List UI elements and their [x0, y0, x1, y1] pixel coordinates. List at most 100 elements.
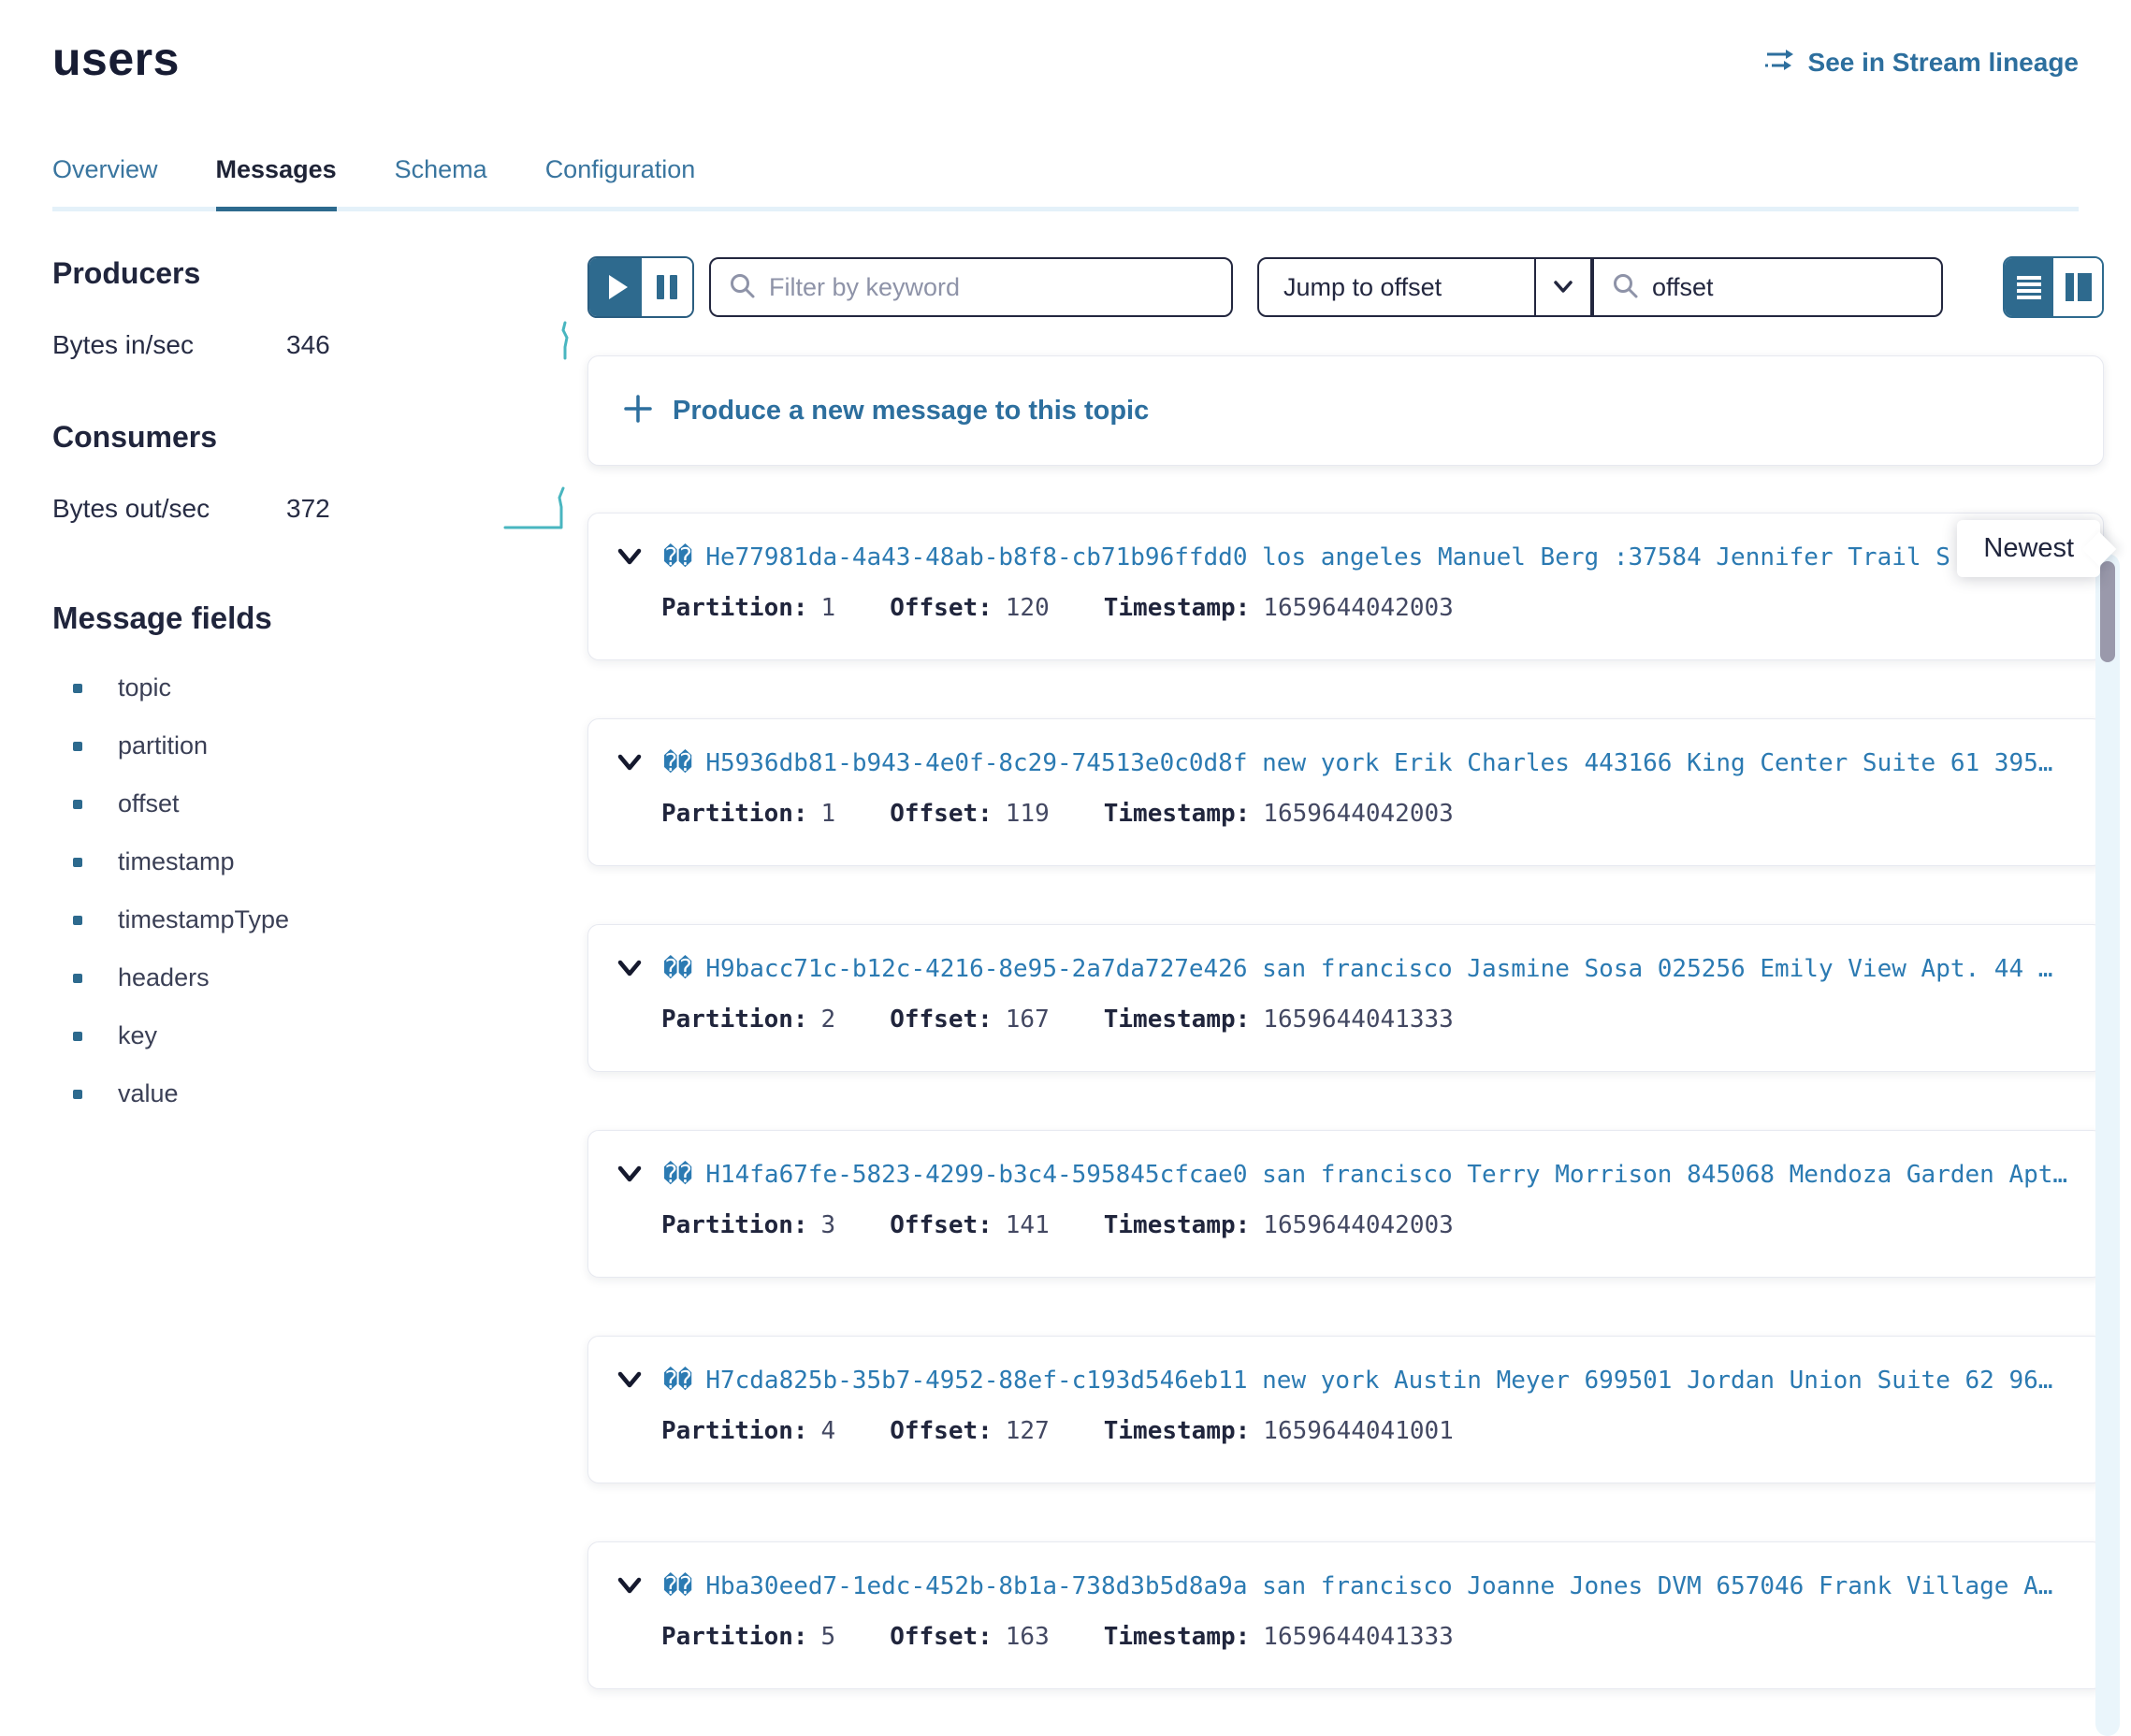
keyword-filter-input[interactable]	[769, 273, 1231, 302]
message-field-item: timestampType	[52, 905, 582, 934]
partition-label: Partition:	[661, 1623, 808, 1651]
timestamp-label: Timestamp:	[1104, 1005, 1251, 1034]
field-label: offset	[118, 789, 180, 818]
tab-schema[interactable]: Schema	[395, 155, 487, 184]
bytes-out-sparkline	[501, 479, 576, 540]
play-button[interactable]	[589, 258, 642, 316]
field-bullet-icon	[73, 684, 82, 693]
partition-label: Partition:	[661, 594, 808, 622]
list-view-icon	[2015, 274, 2043, 300]
offset-label: Offset:	[890, 800, 993, 828]
bytes-out-value: 372	[286, 494, 330, 524]
chevron-down-icon	[1534, 259, 1590, 315]
timestamp-value: 1659644042003	[1263, 1211, 1454, 1239]
page-header: users See in Stream lineage	[52, 0, 2079, 86]
message-row[interactable]: ��Hba30eed7-1edc-452b-8b1a-738d3b5d8a9a …	[587, 1541, 2104, 1689]
message-key: ��H9bacc71c-b12c-4216-8e95-2a7da727e426 …	[663, 955, 2067, 983]
bytes-out-stat: Bytes out/sec 372	[52, 479, 582, 539]
offset-label: Offset:	[890, 1005, 993, 1034]
timestamp-label: Timestamp:	[1104, 1211, 1251, 1239]
expand-chevron-icon[interactable]	[615, 1164, 645, 1186]
messages-toolbar: Jump to offset	[587, 256, 2104, 318]
message-fields-heading: Message fields	[52, 600, 582, 636]
tab-messages[interactable]: Messages	[216, 155, 337, 184]
timestamp-value: 1659644041333	[1263, 1623, 1454, 1651]
expand-chevron-icon[interactable]	[615, 1369, 645, 1392]
see-in-stream-lineage-link[interactable]: See in Stream lineage	[1763, 47, 2079, 78]
timestamp-value: 1659644041001	[1263, 1417, 1454, 1445]
expand-chevron-icon[interactable]	[615, 752, 645, 774]
producers-heading: Producers	[52, 256, 582, 291]
keyword-filter-box	[709, 257, 1233, 317]
message-field-item: offset	[52, 789, 582, 818]
field-bullet-icon	[73, 800, 82, 809]
play-icon	[609, 275, 628, 299]
message-row[interactable]: ��He77981da-4a43-48ab-b8f8-cb71b96ffdd0 …	[587, 513, 2104, 660]
card-view-button[interactable]	[2053, 258, 2102, 316]
replacement-glyphs: ��	[663, 1572, 692, 1600]
offset-search-icon	[1611, 271, 1639, 304]
card-view-icon	[2064, 273, 2092, 301]
offset-value: 127	[1006, 1417, 1050, 1445]
jump-select-value: Jump to offset	[1259, 273, 1534, 302]
tab-bar: Overview Messages Schema Configuration	[52, 155, 2079, 211]
replacement-glyphs: ��	[663, 543, 692, 571]
newest-tooltip-label: Newest	[1983, 533, 2074, 563]
partition-label: Partition:	[661, 1417, 808, 1445]
field-bullet-icon	[73, 742, 82, 751]
message-row[interactable]: ��H7cda825b-35b7-4952-88ef-c193d546eb11 …	[587, 1336, 2104, 1483]
offset-label: Offset:	[890, 594, 993, 622]
message-row[interactable]: ��H14fa67fe-5823-4299-b3c4-595845cfcae0 …	[587, 1130, 2104, 1278]
scrollbar-thumb[interactable]	[2100, 561, 2115, 662]
replacement-glyphs: ��	[663, 1367, 692, 1395]
pause-icon	[657, 275, 664, 299]
partition-value: 5	[821, 1623, 836, 1651]
page-title: users	[52, 32, 180, 86]
partition-label: Partition:	[661, 1005, 808, 1034]
message-field-item: headers	[52, 963, 582, 992]
bytes-in-stat: Bytes in/sec 346	[52, 315, 582, 375]
timestamp-value: 1659644041333	[1263, 1005, 1454, 1034]
message-meta: Partition: 4 Offset: 127 Timestamp: 1659…	[615, 1417, 2067, 1445]
bytes-out-label: Bytes out/sec	[52, 494, 286, 524]
pause-button[interactable]	[642, 258, 692, 316]
field-bullet-icon	[73, 1090, 82, 1099]
view-toggle-group	[2003, 256, 2104, 318]
offset-jump-group: Jump to offset	[1257, 257, 1943, 317]
newest-tooltip: Newest	[1957, 520, 2100, 577]
field-bullet-icon	[73, 858, 82, 867]
timestamp-value: 1659644042003	[1263, 594, 1454, 622]
message-row[interactable]: ��H5936db81-b943-4e0f-8c29-74513e0c0d8f …	[587, 718, 2104, 866]
field-label: headers	[118, 963, 210, 992]
message-key: ��H7cda825b-35b7-4952-88ef-c193d546eb11 …	[663, 1367, 2067, 1395]
consumers-heading: Consumers	[52, 420, 582, 455]
produce-message-button[interactable]: Produce a new message to this topic	[587, 355, 2104, 466]
produce-message-label: Produce a new message to this topic	[673, 396, 1149, 427]
timestamp-label: Timestamp:	[1104, 800, 1251, 828]
field-label: timestamp	[118, 847, 235, 876]
expand-chevron-icon[interactable]	[615, 1575, 645, 1598]
offset-search-input[interactable]	[1652, 273, 1941, 302]
scrollbar-track[interactable]	[2095, 554, 2120, 1736]
message-field-item: key	[52, 1021, 582, 1050]
timestamp-label: Timestamp:	[1104, 1417, 1251, 1445]
field-bullet-icon	[73, 974, 82, 983]
jump-to-offset-select[interactable]: Jump to offset	[1257, 257, 1592, 317]
list-view-button[interactable]	[2005, 258, 2053, 316]
message-meta: Partition: 1 Offset: 120 Timestamp: 1659…	[615, 594, 2067, 622]
play-pause-group	[587, 256, 694, 318]
message-row[interactable]: ��H9bacc71c-b12c-4216-8e95-2a7da727e426 …	[587, 924, 2104, 1072]
tab-configuration[interactable]: Configuration	[545, 155, 696, 184]
offset-search-box	[1592, 257, 1943, 317]
field-bullet-icon	[73, 1032, 82, 1041]
partition-value: 1	[821, 594, 836, 622]
expand-chevron-icon[interactable]	[615, 958, 645, 980]
lineage-link-label: See in Stream lineage	[1808, 48, 2079, 78]
field-label: value	[118, 1079, 179, 1108]
tab-overview[interactable]: Overview	[52, 155, 158, 184]
message-field-item: partition	[52, 731, 582, 760]
expand-chevron-icon[interactable]	[615, 546, 645, 569]
field-bullet-icon	[73, 916, 82, 925]
message-meta: Partition: 1 Offset: 119 Timestamp: 1659…	[615, 800, 2067, 828]
offset-value: 167	[1006, 1005, 1050, 1034]
